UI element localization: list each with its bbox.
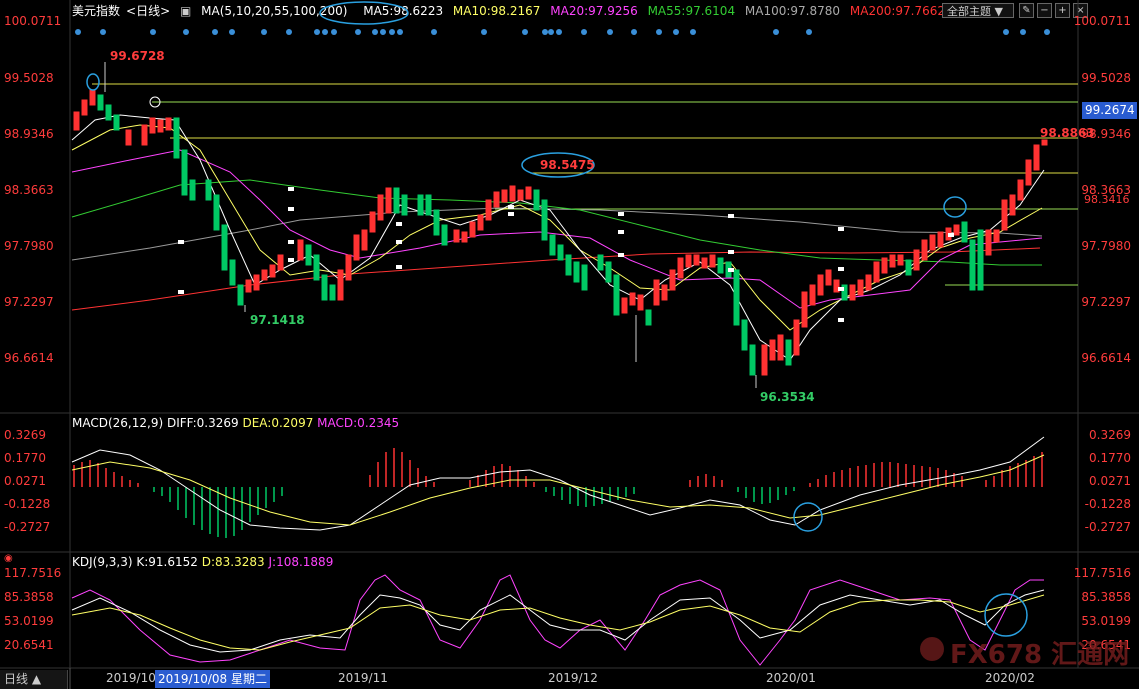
right-axis-label: 97.7980 [1081, 239, 1131, 253]
left-axis-label: 96.6614 [4, 351, 54, 365]
right-axis-label: 100.0711 [1073, 14, 1131, 28]
right-axis-label: 99.5028 [1081, 71, 1131, 85]
high-annotation: 99.6728 [110, 49, 165, 63]
macd-header: MACD(26,12,9) DIFF:0.3269 DEA:0.2097 MAC… [72, 416, 399, 430]
high-circle [86, 73, 100, 91]
left-axis-label: 99.5028 [4, 71, 54, 85]
macd-dea: DEA:0.2097 [242, 416, 314, 430]
watermark-logo-icon [920, 637, 944, 661]
macd-axis-label: 0.1770 [1089, 451, 1131, 465]
low-annotation-1: 97.1418 [250, 313, 305, 327]
ma-lines [71, 114, 1045, 361]
kdj-axis-label: 85.3858 [1081, 590, 1131, 604]
macd-title: MACD(26,12,9) [72, 416, 164, 430]
watermark-text: FX678 汇通网 [950, 640, 1130, 670]
period-button[interactable]: 日线 ▲ [0, 670, 68, 689]
kdj-axis-label: 53.0199 [4, 614, 54, 628]
left-axis-label: 97.7980 [4, 239, 54, 253]
kdj-axis-label: 20.6541 [4, 638, 54, 652]
low-annotation-2: 96.3534 [760, 390, 815, 404]
right-axis-label: 96.6614 [1081, 351, 1131, 365]
ma5-highlight-circle [319, 1, 409, 25]
cursor-date-label: 2019/10/08 星期二 [155, 670, 270, 688]
macd-axis-label: -0.2727 [4, 520, 51, 534]
x-axis-label: 2020/02 [985, 671, 1035, 685]
ma5-line [71, 114, 1045, 361]
left-axis-label: 100.0711 [4, 14, 62, 28]
macd-axis-label: 0.3269 [4, 428, 46, 442]
macd-axis-label: -0.2727 [1084, 520, 1131, 534]
macd-value: MACD:0.2345 [317, 416, 400, 430]
right-axis-label: 97.2297 [1081, 295, 1131, 309]
macd-axis-label: -0.1228 [1084, 497, 1131, 511]
kdj-axis-label: 117.7516 [4, 566, 62, 580]
current-price-box: 99.2674 [1082, 102, 1137, 119]
x-axis-label: 2019/11 [338, 671, 388, 685]
kdj-axis-label: 85.3858 [4, 590, 54, 604]
left-axis-label: 98.9346 [4, 127, 54, 141]
macd-axis-label: 0.3269 [1089, 428, 1131, 442]
macd-axis-label: -0.1228 [4, 497, 51, 511]
kdj-header: KDJ(9,3,3) K:91.6152 D:83.3283 J:108.188… [72, 555, 333, 569]
macd-axis-label: 0.1770 [4, 451, 46, 465]
chart-canvas[interactable] [0, 0, 1139, 689]
kdj-k: K:91.6152 [136, 555, 198, 569]
left-axis-label: 98.3663 [4, 183, 54, 197]
kdj-settings-icon[interactable]: ◉ [4, 553, 13, 564]
event-dots[interactable] [75, 29, 1050, 35]
macd-diff: DIFF:0.3269 [166, 416, 239, 430]
extra-price-label: 98.3416 [1084, 193, 1130, 206]
breakout-circle [943, 196, 967, 218]
x-axis-label: 2019/10 [106, 671, 156, 685]
mid-high-annotation: 98.5475 [540, 158, 595, 172]
last-price-annotation: 98.8863 [1040, 126, 1095, 140]
kdj-title: KDJ(9,3,3) [72, 555, 133, 569]
kdj-d: D:83.3283 [201, 555, 265, 569]
kdj-cross-circle [984, 593, 1028, 637]
candlesticks[interactable] [73, 62, 1048, 388]
kdj-axis-label: 53.0199 [1081, 614, 1131, 628]
macd-axis-label: 0.0271 [1089, 474, 1131, 488]
x-axis-label: 2019/12 [548, 671, 598, 685]
left-axis-label: 97.2297 [4, 295, 54, 309]
kdj-j: J:108.1889 [268, 555, 334, 569]
macd-axis-label: 0.0271 [4, 474, 46, 488]
kdj-axis-label: 117.7516 [1073, 566, 1131, 580]
x-axis-label: 2020/01 [766, 671, 816, 685]
